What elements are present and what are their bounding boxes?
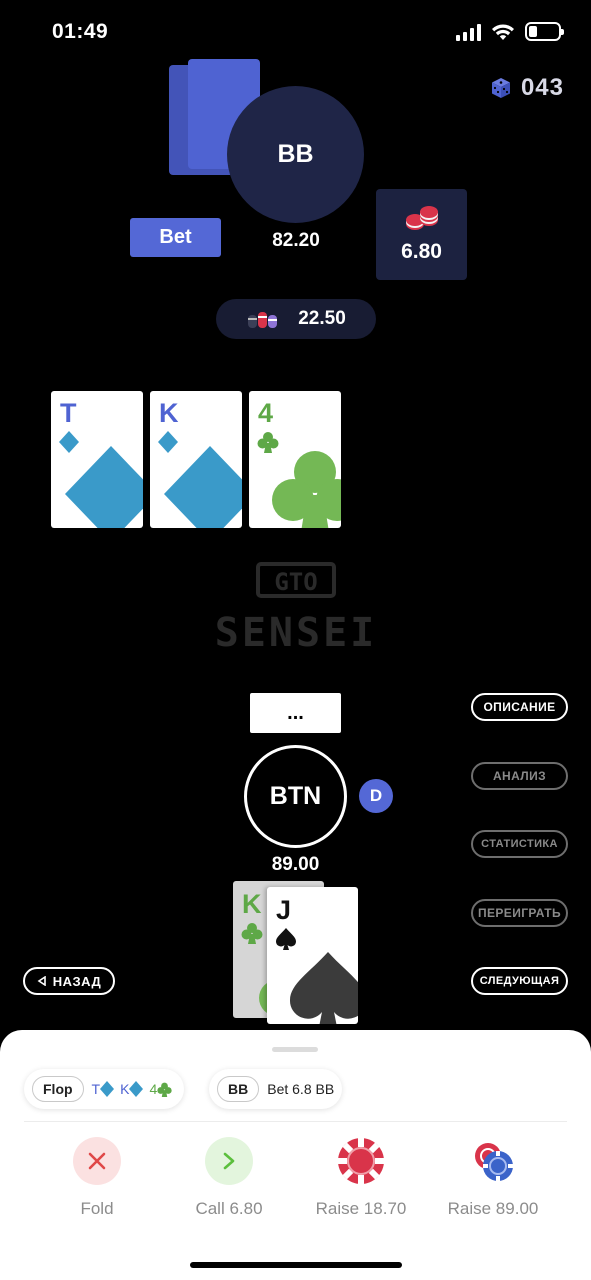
fold-icon-circle [73, 1137, 121, 1185]
hero-position-label: BTN [269, 782, 322, 810]
pot-display: 22.50 [216, 299, 376, 339]
chevron-right-icon [223, 1152, 235, 1170]
logo-line-2: SENSEI [215, 610, 378, 656]
hand-number: 043 [520, 74, 564, 101]
diamond-icon [164, 446, 242, 528]
logo-line-1: GTO [274, 568, 317, 596]
diamond-icon [65, 446, 143, 528]
spade-icon [289, 952, 358, 1024]
raise-small-button[interactable]: Raise 18.70 [296, 1137, 426, 1219]
previous-action-text: Bet 6.8 BB [267, 1081, 335, 1097]
card-rank: 4 [258, 398, 274, 428]
mini-card-rank: T [91, 1081, 101, 1097]
call-icon-circle [205, 1137, 253, 1185]
diamond-icon [129, 1081, 144, 1097]
villain-position-label: BB [277, 140, 314, 168]
gto-sensei-logo: GTO SENSEI [215, 562, 378, 656]
home-indicator [190, 1262, 402, 1268]
mini-card-rank: K [120, 1081, 130, 1097]
board-card-3: 4 [249, 391, 341, 528]
villain-seat: BB [227, 86, 364, 223]
chip-stack-icon [405, 205, 438, 230]
chip-stack-icon [475, 1143, 513, 1181]
board-card-1: T [51, 391, 143, 528]
previous-action-chip[interactable]: BB Bet 6.8 BB [209, 1069, 343, 1109]
villain-stack: 82.20 [272, 230, 320, 251]
battery-icon [525, 22, 564, 41]
back-button[interactable]: НАЗАД [23, 967, 115, 995]
club-icon [272, 451, 341, 528]
call-button[interactable]: Call 6.80 [164, 1137, 294, 1219]
spade-icon [276, 928, 296, 950]
pot-chips-icon [248, 312, 278, 328]
hero-action-box: ... [250, 693, 341, 733]
street-chip[interactable]: Flop T K 4 [24, 1069, 185, 1109]
hero-seat: BTN [244, 745, 347, 848]
board-card-2: K [150, 391, 242, 528]
x-icon [88, 1152, 106, 1170]
hero-stack: 89.00 [271, 854, 320, 875]
fold-button[interactable]: Fold [32, 1137, 162, 1219]
raise-allin-label: Raise 89.00 [447, 1199, 539, 1218]
mini-card: K [120, 1081, 144, 1097]
status-icons [456, 22, 564, 41]
villain-action-tag: Bet [130, 218, 221, 257]
board-cards: T K 4 [51, 391, 341, 528]
analysis-button[interactable]: АНАЛИЗ [471, 762, 568, 790]
sheet-grabber[interactable] [272, 1047, 318, 1052]
card-rank: J [276, 895, 292, 925]
mini-card-rank: 4 [149, 1081, 158, 1097]
statistics-button[interactable]: СТАТИСТИКА [471, 830, 568, 858]
club-icon [157, 1082, 172, 1097]
hand-counter: 043 [489, 74, 564, 102]
sheet-divider [24, 1121, 567, 1122]
mini-card: 4 [149, 1081, 172, 1097]
dice-icon [491, 78, 510, 98]
back-arrow-icon [37, 976, 46, 986]
pot-amount: 22.50 [298, 308, 346, 329]
wifi-icon [492, 23, 514, 40]
card-rank: K [242, 889, 262, 919]
call-label: Call 6.80 [195, 1199, 263, 1218]
villain-bet-box: 6.80 [376, 189, 467, 280]
status-time: 01:49 [52, 20, 109, 43]
description-button[interactable]: ОПИСАНИЕ [471, 693, 568, 721]
dealer-button: D [359, 779, 393, 813]
hero-card-2: J [267, 887, 358, 1024]
chip-red-icon [338, 1138, 384, 1184]
previous-action-position: BB [217, 1076, 260, 1102]
raise-allin-button[interactable]: Raise 89.00 [428, 1137, 558, 1219]
raise-small-label: Raise 18.70 [315, 1199, 407, 1218]
mini-card: T [92, 1081, 115, 1097]
card-rank: T [60, 398, 77, 428]
street-label: Flop [32, 1076, 84, 1102]
diamond-icon [100, 1081, 115, 1097]
raise-allin-icon-circle [469, 1137, 517, 1185]
replay-button[interactable]: ПЕРЕИГРАТЬ [471, 899, 568, 927]
cellular-signal-icon [456, 23, 481, 41]
street-cards: T K 4 [92, 1081, 177, 1097]
raise-small-icon-circle [337, 1137, 385, 1185]
back-button-label: НАЗАД [52, 973, 102, 989]
fold-label: Fold [80, 1199, 114, 1218]
villain-bet-amount: 6.80 [401, 239, 442, 263]
card-rank: K [159, 398, 179, 428]
club-icon [241, 923, 263, 944]
next-button[interactable]: СЛЕДУЮЩАЯ [471, 967, 568, 995]
action-sheet: Flop T K 4 BB Bet 6.8 BB Fold Call 6.80 … [0, 1030, 591, 1280]
